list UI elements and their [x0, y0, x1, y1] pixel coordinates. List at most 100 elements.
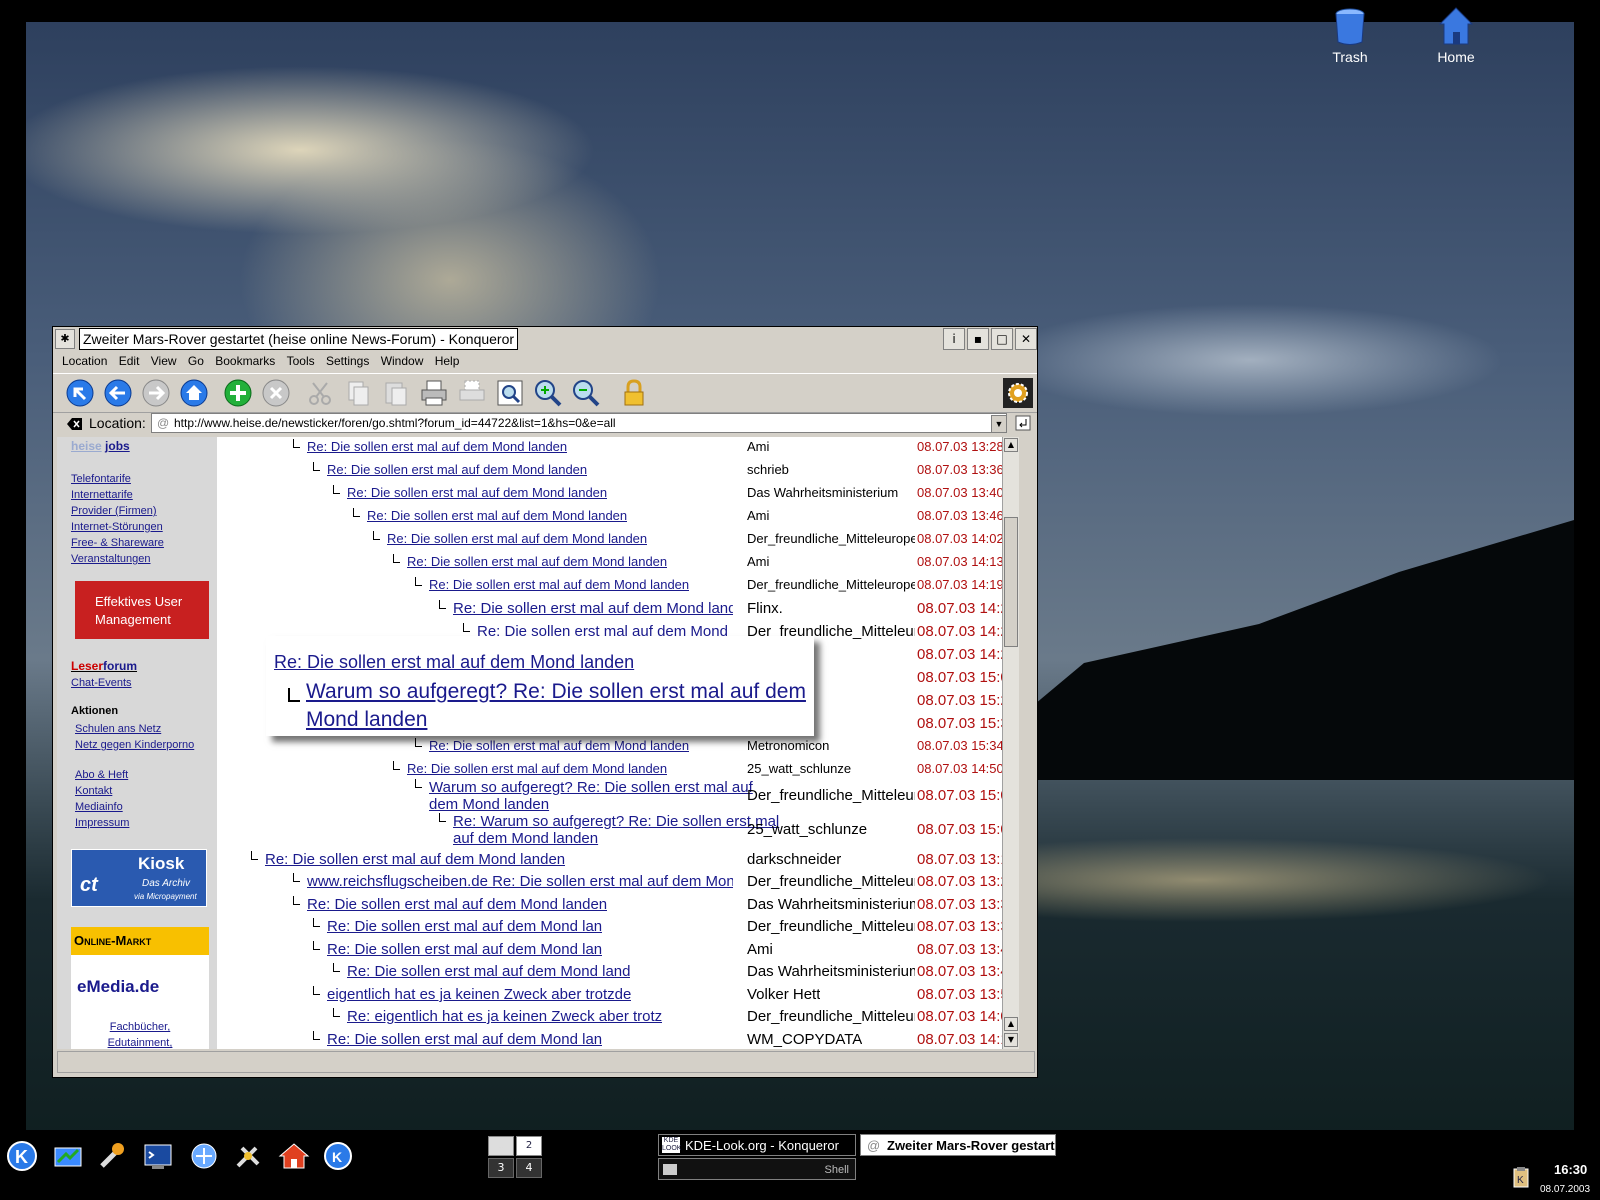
thread-subject-link[interactable]: Re: Die sollen erst mal auf dem Mond lan…	[327, 462, 587, 477]
control-center-icon[interactable]	[96, 1140, 128, 1172]
menu-help[interactable]: Help	[431, 351, 464, 371]
zoom-out-icon[interactable]	[571, 378, 601, 408]
clock-time[interactable]: 16:30	[1554, 1162, 1587, 1177]
find-icon[interactable]	[495, 378, 525, 408]
link-internet-stoerungen[interactable]: Internet-Störungen	[71, 519, 164, 535]
url-dropdown-button[interactable]: ▼	[991, 415, 1007, 433]
konqueror-browser-icon[interactable]	[188, 1140, 220, 1172]
thread-subject-link[interactable]: Re: Die sollen erst mal auf dem Mond lan	[327, 918, 602, 935]
back-arrow-icon[interactable]	[103, 378, 133, 408]
link-abo-heft[interactable]: Abo & Heft	[75, 767, 129, 783]
scroll-thumb[interactable]	[1004, 517, 1018, 647]
menu-tools[interactable]: Tools	[283, 351, 319, 371]
link-fachbuecher[interactable]: Fachbücher,	[71, 1019, 209, 1035]
link-chat-events[interactable]: Chat-Events	[71, 675, 132, 691]
link-edutainment[interactable]: Edutainment,	[71, 1035, 209, 1049]
window-close-button[interactable]: ✕	[1015, 328, 1037, 350]
stop-icon[interactable]	[261, 378, 291, 408]
scroll-down-arrow[interactable]: ▲	[1004, 1017, 1018, 1031]
terminal-icon[interactable]	[142, 1140, 174, 1172]
trash-desktop-icon[interactable]: Trash	[1310, 6, 1390, 65]
link-free-shareware[interactable]: Free- & Shareware	[71, 535, 164, 551]
leserforum-link[interactable]: Leserforum	[71, 659, 137, 673]
up-arrow-icon[interactable]	[65, 378, 95, 408]
home-folder-icon[interactable]	[278, 1140, 310, 1172]
thread-subject-link[interactable]: Re: Die sollen erst mal auf dem Mond lan…	[453, 600, 733, 617]
pager-desktop-1[interactable]: 1	[488, 1136, 514, 1156]
link-netz-gegen-kinderporno[interactable]: Netz gegen Kinderporno	[75, 737, 194, 753]
thread-subject-link[interactable]: Re: Die sollen erst mal auf dem Mond lan…	[347, 485, 607, 500]
thread-subject-link[interactable]: Re: Die sollen erst mal auf dem Mond lan…	[347, 963, 630, 980]
link-kontakt[interactable]: Kontakt	[75, 783, 129, 799]
ct-kiosk-banner[interactable]: ct Kiosk Das Archiv via Micropayment	[71, 849, 207, 907]
task-kde-look[interactable]: KDE LOOK KDE-Look.org - Konqueror	[658, 1134, 856, 1156]
window-titlebar[interactable]: ✱ Zweiter Mars-Rover gestartet (heise on…	[53, 327, 1037, 351]
menu-edit[interactable]: Edit	[115, 351, 144, 371]
print-frame-icon[interactable]	[457, 378, 487, 408]
task-shell[interactable]: Shell	[658, 1158, 856, 1180]
thread-subject-link[interactable]: Re: Die sollen erst mal auf dem Mond lan…	[307, 896, 607, 913]
copy-icon[interactable]	[343, 378, 373, 408]
link-mediainfo[interactable]: Mediainfo	[75, 799, 129, 815]
thread-subject-link[interactable]: Re: Die sollen erst mal auf dem Mond lan	[327, 941, 602, 958]
home-desktop-icon[interactable]: Home	[1416, 6, 1496, 65]
scroll-down-button[interactable]: ▼	[1004, 1033, 1018, 1047]
link-telefontarife[interactable]: Telefontarife	[71, 471, 164, 487]
window-maximize-button[interactable]: □	[991, 328, 1013, 350]
thread-subject-link[interactable]: Re: Die sollen erst mal auf dem Mond lan…	[307, 439, 567, 454]
thread-subject-link[interactable]: Re: Die sollen erst mal auf dem Mond lan…	[429, 577, 689, 592]
menu-window[interactable]: Window	[377, 351, 428, 371]
menu-settings[interactable]: Settings	[322, 351, 373, 371]
link-internettarife[interactable]: Internettarife	[71, 487, 164, 503]
paste-icon[interactable]	[381, 378, 411, 408]
home-nav-icon[interactable]	[179, 378, 209, 408]
thread-subject-link[interactable]: Re: Die sollen erst mal auf dem Mond lan…	[367, 508, 627, 523]
thread-subject-link[interactable]: Re: Warum so aufgeregt? Re: Die sollen e…	[453, 813, 793, 847]
link-veranstaltungen[interactable]: Veranstaltungen	[71, 551, 164, 567]
menu-go[interactable]: Go	[184, 351, 208, 371]
emedia-logo[interactable]: eMedia.de	[77, 977, 159, 997]
zoom-in-icon[interactable]	[533, 378, 563, 408]
clear-location-icon[interactable]	[67, 417, 83, 431]
task-zweiter-mars-rover[interactable]: @ Zweiter Mars-Rover gestartet	[860, 1134, 1056, 1156]
show-desktop-icon[interactable]	[52, 1140, 84, 1172]
thread-subject-link[interactable]: Re: Die sollen erst mal auf dem Mond lan…	[265, 851, 565, 868]
home-icon	[1438, 7, 1474, 45]
reload-icon[interactable]	[223, 378, 253, 408]
menu-bookmarks[interactable]: Bookmarks	[211, 351, 279, 371]
pin-icon[interactable]: ✱	[55, 329, 75, 349]
cut-icon[interactable]	[305, 378, 335, 408]
vertical-scrollbar[interactable]: ▲ ▲ ▼	[1002, 437, 1019, 1049]
scroll-up-button[interactable]: ▲	[1004, 438, 1018, 452]
kde-k-menu-icon[interactable]: K	[6, 1140, 38, 1172]
menu-location[interactable]: Location	[58, 351, 111, 371]
thread-subject-link[interactable]: Re: Die sollen erst mal auf dem Mond lan…	[407, 554, 667, 569]
thread-subject-link[interactable]: Re: eigentlich hat es ja keinen Zweck ab…	[347, 1008, 662, 1025]
url-field[interactable]: @ http://www.heise.de/newsticker/foren/g…	[151, 413, 1007, 433]
kpackage-icon[interactable]	[232, 1140, 264, 1172]
thread-subject-link[interactable]: Re: Die sollen erst mal auf dem Mond lan	[327, 1031, 602, 1048]
thread-subject-link[interactable]: Re: Die sollen erst mal auf dem Mond lan…	[407, 761, 667, 776]
link-provider[interactable]: Provider (Firmen)	[71, 503, 164, 519]
kde-help-icon[interactable]: K	[322, 1140, 354, 1172]
thread-subject-link[interactable]: www.reichsflugscheiben.de Re: Die sollen…	[307, 873, 733, 890]
thread-subject-link[interactable]: eigentlich hat es ja keinen Zweck aber t…	[327, 986, 631, 1003]
print-icon[interactable]	[419, 378, 449, 408]
go-location-icon[interactable]	[1015, 415, 1031, 431]
pager-desktop-2[interactable]: 2	[516, 1136, 542, 1156]
user-management-banner[interactable]: Effektives User Management	[75, 581, 209, 639]
pager-desktop-4[interactable]: 4	[516, 1158, 542, 1178]
forward-arrow-icon[interactable]	[141, 378, 171, 408]
thread-subject-link[interactable]: Re: Die sollen erst mal auf dem Mond lan…	[429, 738, 689, 753]
menu-view[interactable]: View	[147, 351, 181, 371]
heise-jobs-link[interactable]: heise jobs	[71, 439, 130, 453]
thread-subject-link[interactable]: Re: Die sollen erst mal auf dem Mond lan…	[387, 531, 647, 546]
security-lock-icon[interactable]	[619, 378, 649, 408]
link-impressum[interactable]: Impressum	[75, 815, 129, 831]
pager-desktop-3[interactable]: 3	[488, 1158, 514, 1178]
klipper-clipboard-icon[interactable]: K	[1512, 1166, 1530, 1188]
window-help-button[interactable]: i	[943, 328, 965, 350]
window-minimize-button[interactable]: ▪	[967, 328, 989, 350]
thread-subject-link[interactable]: Warum so aufgeregt? Re: Die sollen erst …	[429, 779, 769, 813]
link-schulen-ans-netz[interactable]: Schulen ans Netz	[75, 721, 194, 737]
